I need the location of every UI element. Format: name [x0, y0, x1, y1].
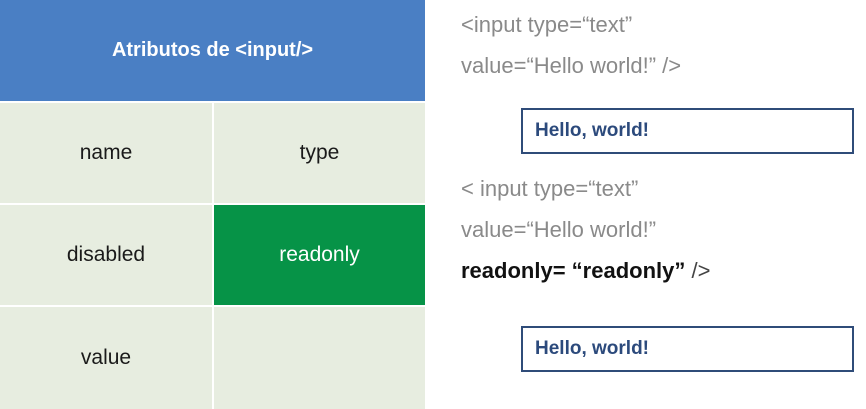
code2-line1: < input type=“text” — [461, 176, 639, 201]
code2-line3-end: /> — [685, 258, 711, 283]
table-cell-name: name — [0, 103, 212, 203]
table-cell-readonly: readonly — [214, 205, 425, 305]
code2-line3: readonly= “readonly” /> — [461, 258, 710, 284]
table-header: Atributos de <input/> — [0, 0, 425, 101]
table-cell-disabled: disabled — [0, 205, 212, 305]
table-divider-horizontal — [0, 203, 425, 205]
attributes-table: Atributos de <input/> name type disabled… — [0, 0, 425, 409]
table-divider-horizontal — [0, 101, 425, 103]
table-cell-empty — [214, 307, 425, 409]
demo-readonly-input[interactable] — [521, 326, 854, 372]
readonly-attribute-text: readonly= “readonly” — [461, 258, 686, 283]
code2-line2: value=“Hello world!” — [461, 217, 657, 242]
demo-text-input[interactable] — [521, 108, 854, 154]
table-cell-value: value — [0, 307, 212, 409]
table-divider-horizontal — [0, 305, 425, 307]
code1-line2: value=“Hello world!” /> — [461, 53, 682, 78]
code1-line1: <input type=“text” — [461, 12, 633, 37]
table-cell-type: type — [214, 103, 425, 203]
table-divider-vertical — [212, 101, 214, 409]
